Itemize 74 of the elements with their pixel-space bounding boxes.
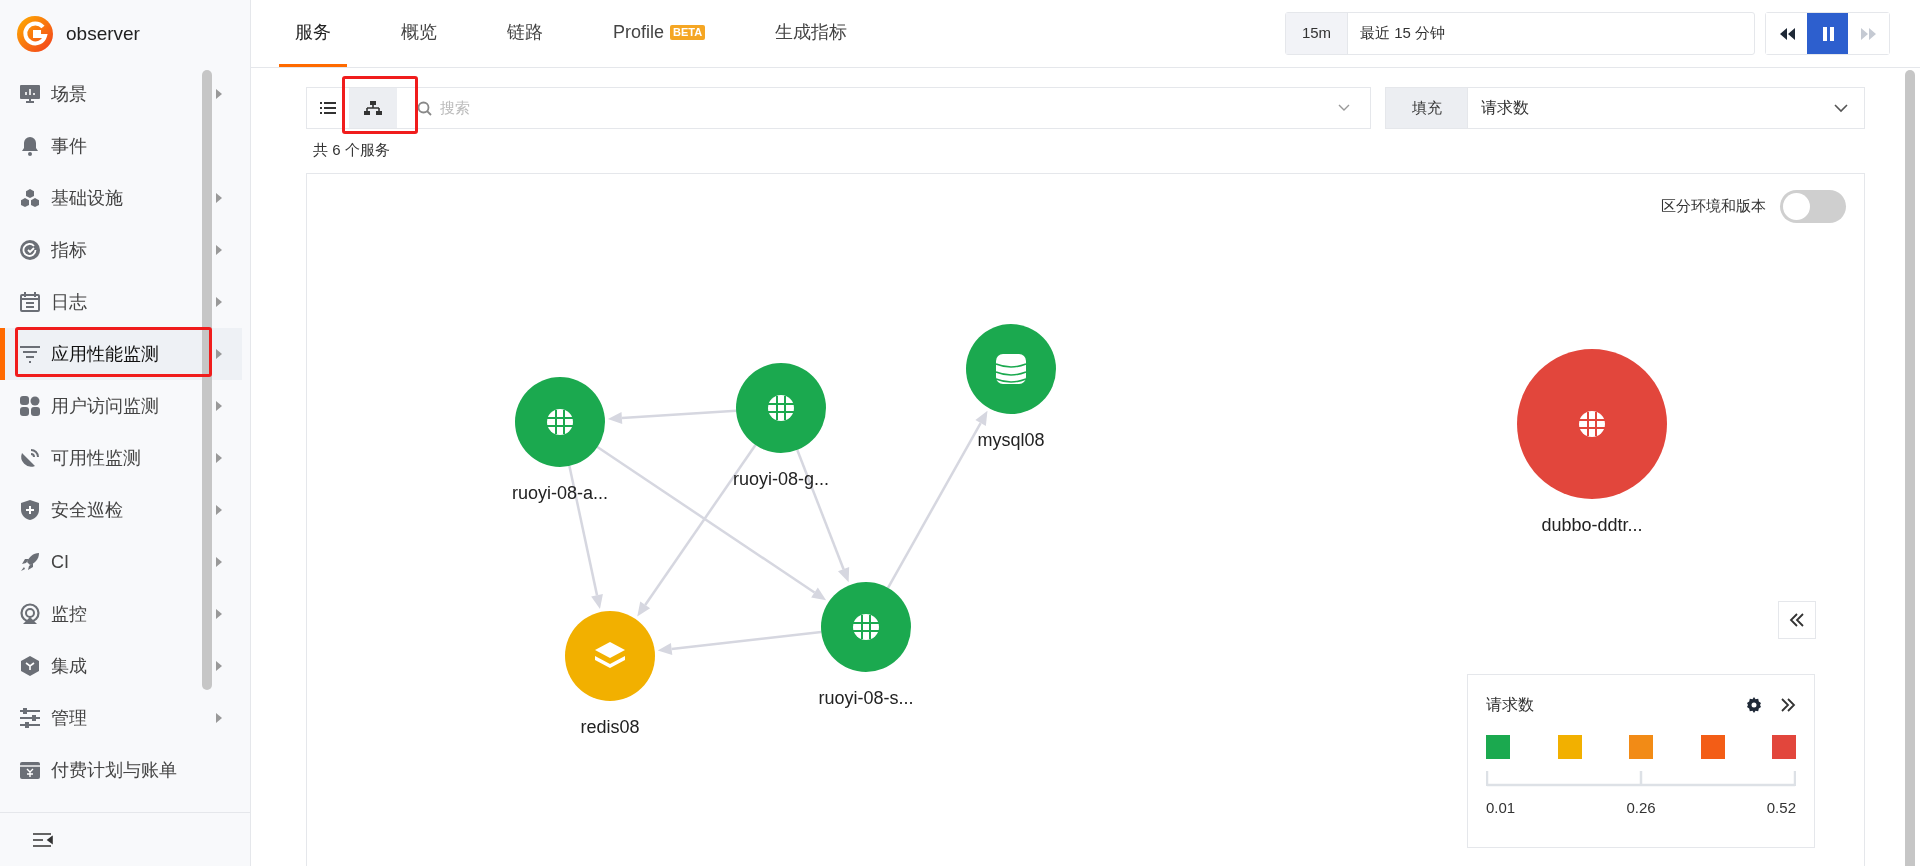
sidebar-item[interactable]: 事件 — [0, 120, 242, 172]
time-range-picker[interactable]: 15m 最近 15 分钟 — [1285, 12, 1755, 55]
legend-tick-label: 0.01 — [1486, 798, 1516, 818]
double-chevron-right-icon[interactable] — [1780, 698, 1796, 712]
beta-badge: BETA — [670, 24, 706, 40]
node-label: mysql08 — [977, 430, 1045, 450]
sidebar-item[interactable]: CI — [0, 536, 242, 588]
node-label: redis08 — [580, 717, 640, 737]
service-node[interactable] — [821, 582, 911, 672]
bell-icon — [19, 135, 41, 157]
layers-icon — [595, 642, 625, 668]
sidebar-item[interactable]: 集成 — [0, 640, 242, 692]
tab[interactable]: 概览 — [385, 0, 453, 67]
gauge-icon — [19, 239, 41, 261]
sidebar-item[interactable]: 付费计划与账单 — [0, 744, 242, 796]
tab[interactable]: 服务 — [279, 0, 347, 67]
pause-button[interactable] — [1807, 13, 1848, 54]
expand-legend-button[interactable] — [1778, 601, 1816, 639]
env-version-toggle[interactable] — [1780, 190, 1846, 223]
node-label: ruoyi-08-s... — [818, 688, 914, 708]
globe-icon — [852, 614, 880, 640]
shield-icon — [19, 499, 41, 521]
globe-icon — [546, 409, 574, 435]
node-label: ruoyi-08-a... — [512, 483, 608, 503]
wallet-icon — [19, 759, 41, 781]
globe-icon — [767, 395, 795, 421]
time-range-shortcut: 15m — [1286, 13, 1348, 54]
tab[interactable]: Profile BETA — [597, 0, 722, 67]
fill-value: 请求数 — [1480, 98, 1530, 118]
globe-icon — [1578, 411, 1606, 437]
legend-tick-label: 0.26 — [1626, 798, 1656, 818]
satellite-icon — [19, 447, 41, 469]
tab[interactable]: 生成指标 — [759, 0, 864, 67]
service-count: 共 6 个服务 — [313, 140, 391, 159]
fast-forward-icon — [1859, 25, 1878, 42]
legend-title: 请求数 — [1486, 695, 1535, 715]
monitor-icon — [19, 83, 41, 105]
filter-lines-icon — [19, 343, 41, 365]
service-node[interactable] — [1517, 349, 1667, 499]
sidebar-item[interactable]: 日志 — [0, 276, 242, 328]
sidebar-item[interactable]: 基础设施 — [0, 172, 242, 224]
sidebar-item[interactable]: 监控 — [0, 588, 242, 640]
sliders-icon — [19, 707, 41, 729]
fill-label: 填充 — [1386, 88, 1468, 128]
node-label: ruoyi-08-g... — [733, 469, 829, 489]
sidebar-item[interactable]: 管理 — [0, 692, 242, 744]
rocket-icon — [19, 551, 41, 573]
service-node[interactable] — [565, 611, 655, 701]
sidebar-item[interactable]: 安全巡检 — [0, 484, 242, 536]
database-icon — [995, 354, 1027, 384]
time-range-value: 最近 15 分钟 — [1359, 23, 1447, 44]
double-chevron-left-icon — [1789, 613, 1805, 627]
tab[interactable]: 链路 — [491, 0, 559, 67]
hexagon-icon — [19, 655, 41, 677]
brand-name: observer — [66, 21, 140, 46]
settings-icon[interactable] — [1746, 697, 1762, 713]
logo-icon — [16, 15, 54, 53]
toggle-label: 区分环境和版本 — [1661, 196, 1766, 217]
chevron-down-icon — [1834, 103, 1848, 113]
fill-select[interactable]: 填充 请求数 — [1385, 87, 1865, 129]
legend-tick-label: 0.52 — [1766, 798, 1796, 818]
service-node[interactable] — [515, 377, 605, 467]
scrollbar[interactable] — [1905, 70, 1915, 866]
sidebar-item[interactable]: 场景 — [0, 68, 242, 120]
shapes-icon — [19, 395, 41, 417]
scrollbar[interactable] — [202, 70, 212, 690]
collapse-sidebar-icon[interactable] — [32, 831, 54, 848]
radar-icon — [19, 603, 41, 625]
sidebar-item[interactable]: 用户访问监测 — [0, 380, 242, 432]
cubes-icon — [19, 187, 41, 209]
service-node[interactable] — [736, 363, 826, 453]
node-label: dubbo-ddtr... — [1541, 515, 1643, 535]
calendar-icon — [19, 291, 41, 313]
sidebar-item[interactable]: 可用性监测 — [0, 432, 242, 484]
